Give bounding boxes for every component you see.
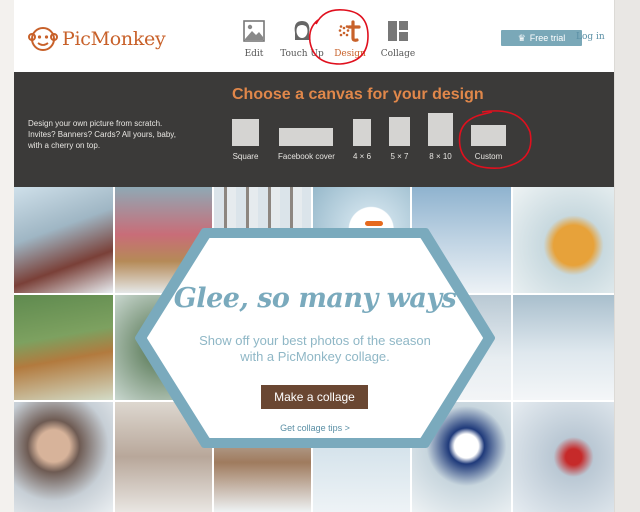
photo-tile <box>14 402 113 512</box>
canvas-option-label: Facebook cover <box>278 152 335 161</box>
canvas-chooser: Design your own picture from scratch. In… <box>14 72 614 187</box>
logo-text: PicMonkey <box>62 28 166 50</box>
canvas-option-label: 8 × 10 <box>429 152 452 161</box>
login-link[interactable]: Log in <box>576 32 605 42</box>
photo-tile <box>513 187 614 293</box>
canvas-option-8x10[interactable]: 8 × 10 <box>428 113 453 161</box>
image-icon <box>243 20 265 42</box>
canvas-option-square[interactable]: Square <box>232 119 259 161</box>
canvas-option-facebook-cover[interactable]: Facebook cover <box>278 128 335 161</box>
photo-tile <box>513 295 614 400</box>
collage-icon <box>388 21 408 41</box>
canvas-title: Choose a canvas for your design <box>232 86 484 103</box>
free-trial-button[interactable]: ♛ Free trial <box>501 30 582 46</box>
canvas-option-label: 5 × 7 <box>390 152 409 161</box>
annotation-circle-design <box>308 8 369 65</box>
canvas-option-label: Square <box>232 152 259 161</box>
crown-icon: ♛ <box>517 32 526 43</box>
tool-label: Collage <box>380 49 416 59</box>
header: PicMonkey Edit Touch Up Design Collage ♛… <box>14 0 614 72</box>
page-gutter <box>614 0 640 512</box>
photo-tile <box>14 187 113 293</box>
photo-tile <box>14 295 113 400</box>
collage-promo: Glee, so many ways Show off your best ph… <box>134 225 496 451</box>
free-trial-label: Free trial <box>529 33 566 43</box>
promo-body: Show off your best photos of the season … <box>199 333 431 364</box>
monkey-logo-icon <box>28 27 58 51</box>
canvas-option-5x7[interactable]: 5 × 7 <box>389 117 410 161</box>
collage-tips-link[interactable]: Get collage tips > <box>134 423 496 433</box>
tool-edit[interactable]: Edit <box>230 18 278 59</box>
logo[interactable]: PicMonkey <box>28 24 166 54</box>
photo-tile <box>513 402 614 512</box>
canvas-description: Design your own picture from scratch. In… <box>28 119 176 150</box>
make-collage-button[interactable]: Make a collage <box>261 385 368 409</box>
tool-label: Edit <box>244 49 264 59</box>
annotation-circle-custom <box>458 110 532 169</box>
promo-title: Glee, so many ways <box>173 283 457 314</box>
canvas-option-4x6[interactable]: 4 × 6 <box>353 119 371 161</box>
tool-collage[interactable]: Collage <box>374 18 422 59</box>
page: PicMonkey Edit Touch Up Design Collage ♛… <box>14 0 614 512</box>
canvas-option-label: 4 × 6 <box>353 152 372 161</box>
